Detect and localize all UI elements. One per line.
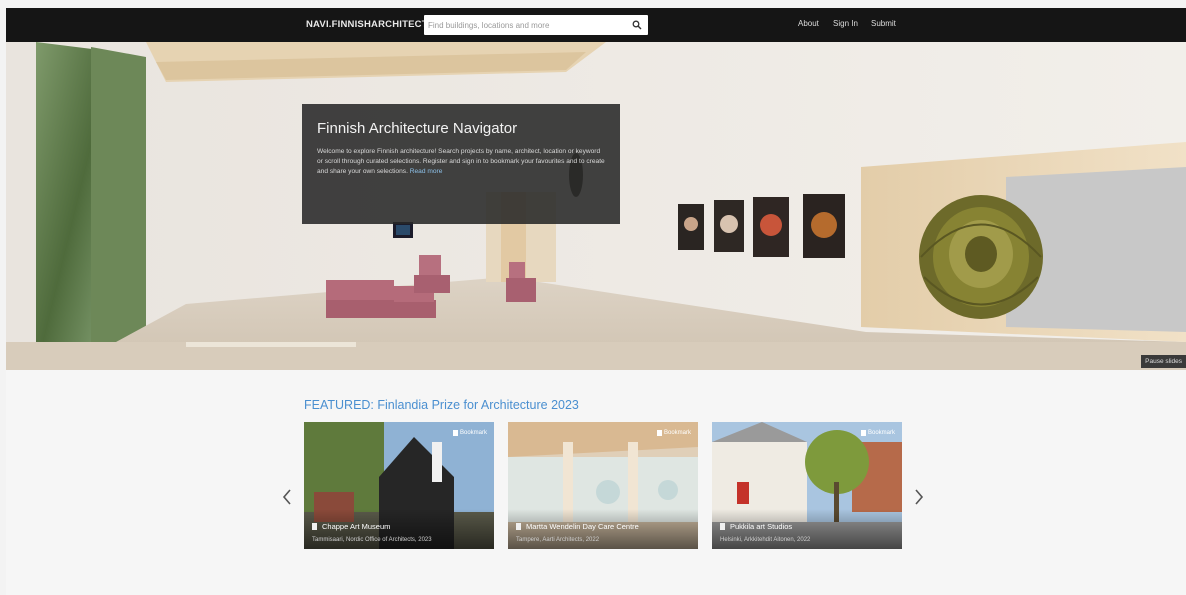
intro-text: Welcome to explore Finnish architecture!… — [317, 147, 605, 177]
bookmark-button[interactable]: Bookmark — [656, 430, 691, 436]
building-icon — [312, 523, 317, 530]
bookmark-label: Bookmark — [663, 430, 691, 436]
page: NAVI.FINNISHARCHITECTURE.FI About Sign I… — [6, 8, 1186, 595]
card-title-text: Martta Wendelin Day Care Centre — [526, 522, 639, 531]
nav-submit[interactable]: Submit — [871, 19, 896, 28]
card-title: Chappe Art Museum — [312, 522, 390, 531]
card-meta: Tampere, Aarti Architects, 2022 — [516, 537, 600, 543]
chevron-right-icon[interactable] — [912, 486, 926, 508]
building-icon — [516, 523, 521, 530]
bookmark-button[interactable]: Bookmark — [452, 430, 487, 436]
card-title: Martta Wendelin Day Care Centre — [516, 522, 639, 531]
featured-card-martta-wendelin[interactable]: Bookmark Martta Wendelin Day Care Centre… — [508, 422, 698, 549]
card-meta: Tammisaari, Nordic Office of Architects,… — [312, 537, 432, 543]
pause-slides-button[interactable]: Pause slides — [1141, 355, 1186, 368]
search-icon[interactable] — [632, 20, 642, 30]
featured-card-pukkila[interactable]: Bookmark Pukkila art Studios Helsinki, A… — [712, 422, 902, 549]
intro-text-body: Welcome to explore Finnish architecture!… — [317, 148, 605, 175]
read-more-link[interactable]: Read more — [410, 168, 443, 175]
card-title-text: Pukkila art Studios — [730, 522, 793, 531]
nav-about[interactable]: About — [798, 19, 819, 28]
intro-title: Finnish Architecture Navigator — [317, 120, 518, 137]
building-icon — [720, 523, 725, 530]
bookmark-icon — [860, 430, 866, 436]
intro-panel: Finnish Architecture Navigator Welcome t… — [302, 104, 620, 224]
chevron-left-icon[interactable] — [280, 486, 294, 508]
bookmark-icon — [656, 430, 662, 436]
hero-slideshow: Finnish Architecture Navigator Welcome t… — [6, 42, 1186, 370]
bookmark-label: Bookmark — [459, 430, 487, 436]
card-title: Pukkila art Studios — [720, 522, 792, 531]
featured-card-chappe[interactable]: Bookmark Chappe Art Museum Tammisaari, N… — [304, 422, 494, 549]
search-box — [424, 15, 648, 35]
bookmark-icon — [452, 430, 458, 436]
search-input[interactable] — [428, 18, 622, 32]
card-title-text: Chappe Art Museum — [322, 522, 391, 531]
top-navigation-bar: NAVI.FINNISHARCHITECTURE.FI About Sign I… — [6, 8, 1186, 42]
nav-sign-in[interactable]: Sign In — [833, 19, 858, 28]
card-meta: Helsinki, Arkkitehdit Aitonen, 2022 — [720, 537, 811, 543]
bookmark-label: Bookmark — [867, 430, 895, 436]
bookmark-button[interactable]: Bookmark — [860, 430, 895, 436]
featured-heading: FEATURED: Finlandia Prize for Architectu… — [304, 398, 579, 412]
